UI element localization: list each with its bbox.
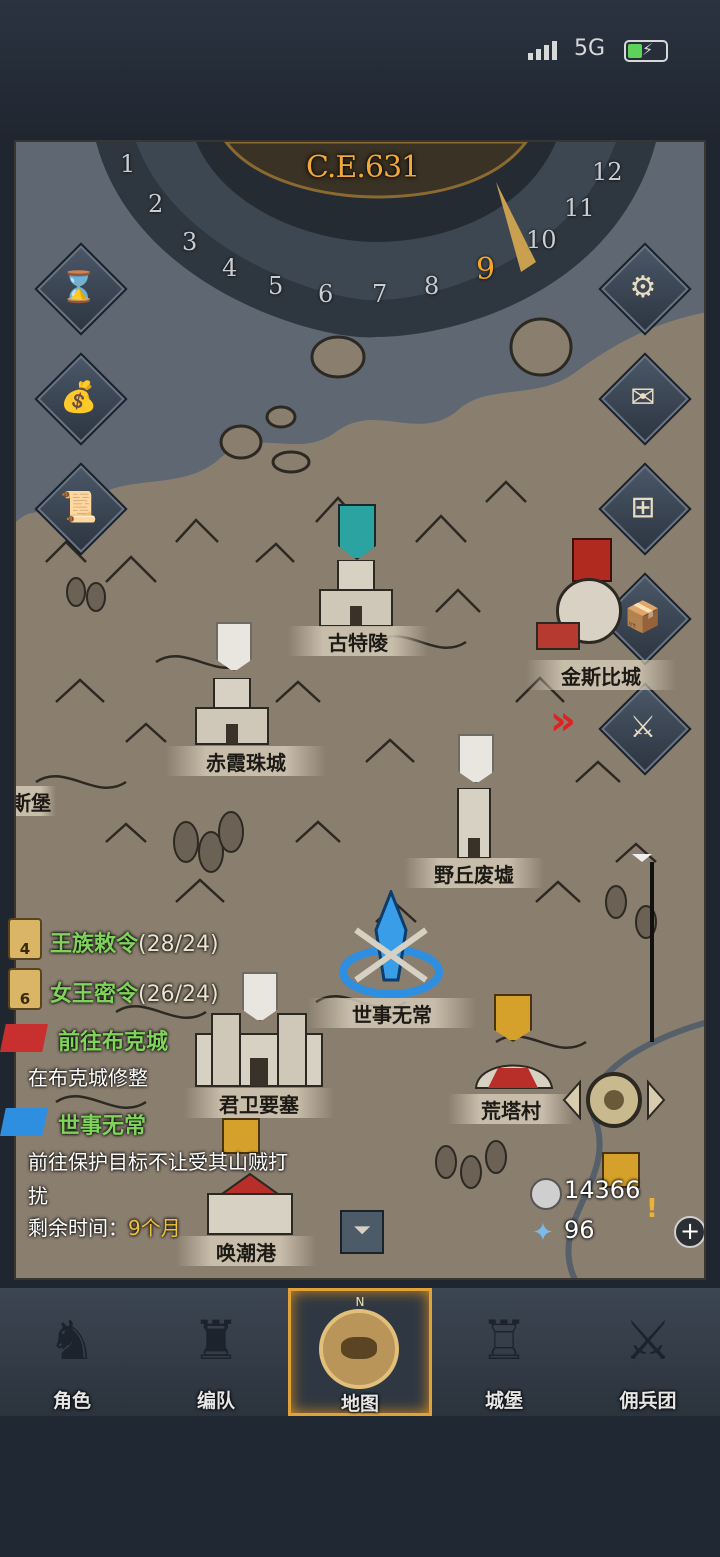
task-title[interactable]: 前往布克城 [58,1024,168,1056]
location-label-partial-left[interactable]: 斯堡 [16,786,56,816]
month-number: 11 [564,194,595,222]
castle-huanchao[interactable] [202,1170,298,1236]
quest-item-queen-order[interactable]: 女王密令(26/24) [50,976,219,1008]
tab-mercenaries[interactable]: ⚔ 佣兵团 [578,1288,718,1416]
tab-label: 角色 [52,1390,91,1412]
month-number: 6 [318,280,334,308]
bottom-safe-area [0,1416,720,1557]
tab-label: 城堡 [484,1390,523,1412]
castle-huangta[interactable] [468,1048,558,1094]
tab-map[interactable]: N 地图 [288,1288,432,1416]
quest-scroll-icon[interactable]: 6 [8,968,42,1010]
quest-marker-selected[interactable] [336,890,446,998]
scroll-map-icon: 📜 [60,489,98,525]
task-remaining-time: 剩余时间：9个月 [28,1212,181,1241]
location-label-huangta[interactable]: 荒塔村 [448,1094,574,1124]
hourglass-button[interactable]: ⌛ [34,242,128,336]
silver-icon [530,1178,562,1210]
window-button[interactable]: ⊞ [598,462,692,556]
tab-formation[interactable]: ♜ 编队 [146,1288,286,1416]
location-label-gutling[interactable]: 古特陵 [288,626,428,656]
task-description: 在布克城修整 [28,1066,148,1090]
quest-icon-number: 6 [19,990,31,1008]
tab-label: 编队 [196,1390,235,1412]
mail-icon: ✉ [630,379,656,415]
tab-label: 佣兵团 [619,1390,677,1412]
compass-globe-icon [319,1309,399,1389]
month-number: 3 [182,228,198,256]
location-label-shishi[interactable]: 世事无常 [308,998,476,1028]
helmet-sword-icon: ⚔ [629,709,657,745]
location-label-jinsibi[interactable]: 金斯比城 [526,660,676,690]
tab-character[interactable]: ♞ 角色 [2,1288,142,1416]
location-label-yeqiu[interactable]: 野丘废墟 [404,858,544,888]
tab-label: 地图 [340,1393,379,1415]
money-bag-icon: 💰 [60,379,98,415]
month-number: 2 [148,190,164,218]
month-number: 9 [476,252,496,287]
crossed-swords-icon [0,1108,48,1136]
gear-icon: ⚙ [629,269,657,305]
network-type: 5G [574,36,606,61]
bottom-tab-bar: ♞ 角色 ♜ 编队 N 地图 ♖ 城堡 ⚔ 佣兵团 [0,1288,720,1416]
battery-icon: ⚡ [624,40,668,62]
location-label-chixia[interactable]: 赤霞珠城 [166,746,326,776]
quest-title: 女王密令 [50,982,139,1007]
location-label-huanchao[interactable]: 唤潮港 [176,1236,316,1266]
alert-icon: ! [646,1194,658,1224]
tab-castle[interactable]: ♖ 城堡 [434,1288,574,1416]
signal-icon [528,38,557,60]
castle-jinsibi[interactable] [536,622,580,650]
scroll-map-button[interactable]: 📜 [34,462,128,556]
hourglass-icon: ⌛ [60,269,98,305]
month-number: 1 [120,150,136,178]
battle-button[interactable]: ⚔ [598,682,692,776]
knight-icon: ♞ [47,1309,97,1372]
collapse-panel-button[interactable]: ⏷ [340,1210,384,1254]
window-icon: ⊞ [630,489,656,525]
castle-icon: ♖ [479,1309,529,1372]
quest-count: (28/24) [138,932,219,957]
helmet-icon: ♜ [191,1309,241,1372]
quest-item-royal-decree[interactable]: 王族敕令(28/24) [50,926,219,958]
quest-scroll-icon[interactable]: 4 [8,918,42,960]
task-description: 前往保护目标不让受其山贼打 [28,1150,288,1174]
month-number: 7 [372,280,388,308]
locate-button[interactable] [558,1064,670,1136]
crystal-amount: 96 [564,1216,595,1244]
chevron-right-icon: » [550,698,576,744]
location-label-junwei[interactable]: 君卫要塞 [184,1088,334,1118]
banner-sword-icon: ⚔ [623,1309,673,1372]
crossed-swords-icon [0,1024,48,1052]
quest-count: (26/24) [138,982,219,1007]
quest-icon-number: 4 [19,940,31,958]
crystal-icon: ✦ [532,1218,554,1248]
month-number: 5 [268,272,284,300]
castle-chixia[interactable] [194,678,270,746]
month-number: 8 [424,272,440,300]
remaining-value: 9个月 [128,1216,181,1240]
faction-banner-red [572,538,612,582]
month-number: 12 [592,158,623,186]
castle-yeqiu[interactable] [454,788,494,860]
compass-north-label: N [355,1295,365,1309]
castle-junwei[interactable] [192,1004,326,1088]
silver-amount: 14366 [564,1176,641,1204]
settings-button[interactable]: ⚙ [598,242,692,336]
task-description-cont: 扰 [28,1184,48,1208]
quest-title: 王族敕令 [50,932,139,957]
month-number: 4 [222,254,238,282]
money-bag-button[interactable]: 💰 [34,352,128,446]
status-bar: 5G ⚡ [0,0,720,140]
mail-button[interactable]: ✉ [598,352,692,446]
task-title[interactable]: 世事无常 [58,1108,146,1140]
castle-gutling[interactable] [318,560,394,628]
month-ring: 1 2 3 4 5 6 7 8 9 10 11 12 [16,142,704,342]
add-resource-button[interactable]: + [674,1216,704,1248]
remaining-label: 剩余时间： [28,1216,128,1240]
month-number: 10 [526,226,557,254]
